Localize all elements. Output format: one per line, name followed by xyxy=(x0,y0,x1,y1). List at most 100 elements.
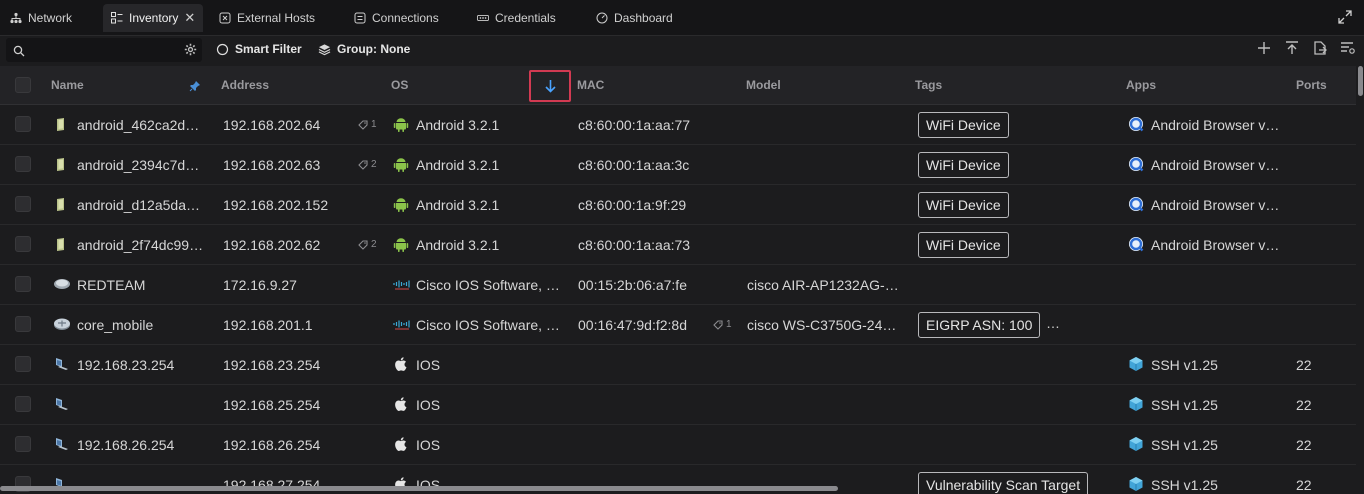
cell-os[interactable]: Android 3.2.1 xyxy=(416,157,499,173)
row-checkbox[interactable] xyxy=(15,116,31,132)
expand-icon[interactable] xyxy=(1338,10,1352,24)
column-header-tags[interactable]: Tags xyxy=(915,78,942,92)
tag-pill[interactable]: EIGRP ASN: 100 xyxy=(918,312,1041,338)
close-icon[interactable]: ✕ xyxy=(184,10,195,26)
cell-mac[interactable]: 00:15:2b:06:a7:fe xyxy=(578,277,687,293)
cell-address[interactable]: 192.168.26.254 xyxy=(223,437,320,453)
row-checkbox[interactable] xyxy=(15,236,31,252)
cell-name[interactable]: android_2394c7d… xyxy=(77,157,199,173)
tag-pill[interactable]: WiFi Device xyxy=(918,152,1009,178)
column-header-name[interactable]: Name xyxy=(51,78,84,92)
row-checkbox[interactable] xyxy=(15,196,31,212)
row-checkbox[interactable] xyxy=(15,436,31,452)
table-row[interactable]: core_mobile 192.168.201.1 Cisco IOS Softwa… xyxy=(0,305,1356,345)
cell-os[interactable]: IOS xyxy=(416,397,440,413)
cell-address[interactable]: 192.168.202.62 xyxy=(223,237,320,253)
table-row[interactable]: 192.168.26.254 192.168.26.254 IOS SSH v1.25… xyxy=(0,425,1356,465)
cell-model[interactable]: cisco AIR-AP1232AG-… xyxy=(747,277,899,293)
cell-address[interactable]: 192.168.23.254 xyxy=(223,357,320,373)
tag-count-badge[interactable]: 1 xyxy=(358,119,377,130)
table-row[interactable]: android_462ca2d… 192.168.202.64 1 Android 3… xyxy=(0,105,1356,145)
row-checkbox[interactable] xyxy=(15,316,31,332)
tag-pill[interactable]: WiFi Device xyxy=(918,232,1009,258)
column-header-ports[interactable]: Ports xyxy=(1296,78,1327,92)
cell-apps[interactable]: SSH v1.25 xyxy=(1151,397,1218,413)
cell-os[interactable]: Cisco IOS Software, … xyxy=(416,317,560,333)
cell-apps[interactable]: Android Browser v… xyxy=(1151,157,1279,173)
cell-name[interactable]: android_462ca2d… xyxy=(77,117,199,133)
table-row[interactable]: android_d12a5da… 192.168.202.152 Android 3… xyxy=(0,185,1356,225)
cell-apps[interactable]: SSH v1.25 xyxy=(1151,357,1218,373)
cell-os[interactable]: Cisco IOS Software, … xyxy=(416,277,560,293)
tag-pill[interactable]: WiFi Device xyxy=(918,112,1009,138)
cell-ports[interactable]: 22 xyxy=(1296,357,1312,373)
table-row[interactable]: 192.168.25.254 IOS SSH v1.25 22 xyxy=(0,385,1356,425)
tag-pill[interactable]: Vulnerability Scan Target xyxy=(918,472,1089,494)
column-settings-icon[interactable] xyxy=(1340,40,1356,56)
cell-os[interactable]: Android 3.2.1 xyxy=(416,117,499,133)
tab-dashboard[interactable]: Dashboard xyxy=(596,4,673,32)
table-row[interactable]: REDTEAM 172.16.9.27 Cisco IOS Software, … 0… xyxy=(0,265,1356,305)
gear-icon[interactable] xyxy=(184,43,197,56)
cell-name[interactable]: REDTEAM xyxy=(77,277,145,293)
tab-external-hosts[interactable]: External Hosts xyxy=(219,4,315,32)
column-header-mac[interactable]: MAC xyxy=(577,78,604,92)
row-checkbox[interactable] xyxy=(15,276,31,292)
tag-count-badge[interactable]: 1 xyxy=(713,319,732,330)
cell-os[interactable]: IOS xyxy=(416,437,440,453)
cell-address[interactable]: 192.168.202.64 xyxy=(223,117,320,133)
cell-address[interactable]: 192.168.201.1 xyxy=(223,317,313,333)
cell-name[interactable]: core_mobile xyxy=(77,317,153,333)
cell-address[interactable]: 192.168.25.254 xyxy=(223,397,320,413)
search-box[interactable] xyxy=(6,38,202,62)
cell-apps[interactable]: Android Browser v… xyxy=(1151,117,1279,133)
row-checkbox[interactable] xyxy=(15,396,31,412)
export-icon[interactable] xyxy=(1312,40,1328,56)
more-tags[interactable]: … xyxy=(1046,315,1060,331)
group-button[interactable]: Group: None xyxy=(318,42,410,56)
column-header-apps[interactable]: Apps xyxy=(1126,78,1156,92)
add-icon[interactable] xyxy=(1256,40,1272,56)
cell-ports[interactable]: 22 xyxy=(1296,437,1312,453)
table-row[interactable]: 192.168.23.254 192.168.23.254 IOS SSH v1.25… xyxy=(0,345,1356,385)
cell-apps[interactable]: SSH v1.25 xyxy=(1151,477,1218,493)
vertical-scrollbar[interactable] xyxy=(1356,66,1364,494)
cell-address[interactable]: 192.168.202.152 xyxy=(223,197,328,213)
cell-address[interactable]: 172.16.9.27 xyxy=(223,277,297,293)
vertical-scroll-thumb[interactable] xyxy=(1358,66,1363,96)
tag-pill[interactable]: WiFi Device xyxy=(918,192,1009,218)
table-row[interactable]: android_2f74dc99… 192.168.202.62 2 Android … xyxy=(0,225,1356,265)
cell-os[interactable]: Android 3.2.1 xyxy=(416,237,499,253)
tab-network[interactable]: Network xyxy=(10,4,72,32)
tab-credentials[interactable]: Credentials xyxy=(477,4,556,32)
cell-mac[interactable]: c8:60:00:1a:aa:77 xyxy=(578,117,690,133)
cell-mac[interactable]: c8:60:00:1a:aa:3c xyxy=(578,157,689,173)
cell-model[interactable]: cisco WS-C3750G-24… xyxy=(747,317,896,333)
cell-mac[interactable]: c8:60:00:1a:9f:29 xyxy=(578,197,686,213)
column-header-address[interactable]: Address xyxy=(221,78,269,92)
cell-apps[interactable]: Android Browser v… xyxy=(1151,237,1279,253)
column-header-model[interactable]: Model xyxy=(746,78,781,92)
cell-ports[interactable]: 22 xyxy=(1296,397,1312,413)
collapse-up-icon[interactable] xyxy=(1284,40,1300,56)
horizontal-scroll-thumb[interactable] xyxy=(0,486,838,491)
cell-os[interactable]: Android 3.2.1 xyxy=(416,197,499,213)
cell-name[interactable]: android_d12a5da… xyxy=(77,197,200,213)
row-checkbox[interactable] xyxy=(15,156,31,172)
cell-name[interactable]: 192.168.26.254 xyxy=(77,437,174,453)
tag-count-badge[interactable]: 2 xyxy=(358,159,377,170)
cell-ports[interactable]: 22 xyxy=(1296,477,1312,493)
column-header-os[interactable]: OS xyxy=(391,78,408,92)
cell-apps[interactable]: Android Browser v… xyxy=(1151,197,1279,213)
cell-apps[interactable]: SSH v1.25 xyxy=(1151,437,1218,453)
cell-address[interactable]: 192.168.202.63 xyxy=(223,157,320,173)
sort-button[interactable] xyxy=(529,70,571,102)
smart-filter-button[interactable]: Smart Filter xyxy=(216,42,302,56)
cell-name[interactable]: android_2f74dc99… xyxy=(77,237,203,253)
tab-connections[interactable]: Connections xyxy=(354,4,439,32)
row-checkbox[interactable] xyxy=(15,356,31,372)
cell-os[interactable]: IOS xyxy=(416,357,440,373)
cell-name[interactable]: 192.168.23.254 xyxy=(77,357,174,373)
cell-mac[interactable]: 00:16:47:9d:f2:8d xyxy=(578,317,687,333)
tag-count-badge[interactable]: 2 xyxy=(358,239,377,250)
